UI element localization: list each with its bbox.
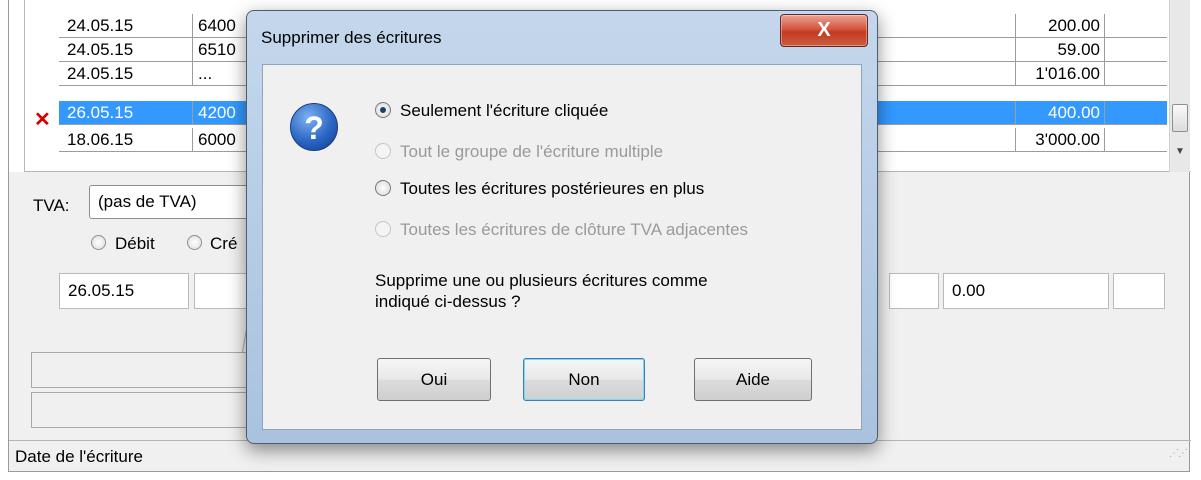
extra-field[interactable] bbox=[1113, 273, 1165, 309]
account-field[interactable] bbox=[889, 273, 939, 309]
date-cell[interactable]: 24.05.15 bbox=[59, 14, 193, 37]
yes-button[interactable]: Oui bbox=[377, 358, 491, 401]
credit-label: Cré bbox=[210, 234, 238, 253]
scroll-down-arrow-icon[interactable]: ▼ bbox=[1171, 140, 1189, 164]
option-label: Seulement l'écriture cliquée bbox=[400, 101, 609, 120]
date-cell[interactable]: 24.05.15 bbox=[59, 62, 193, 85]
delete-marker-icon: ✕ bbox=[34, 109, 51, 131]
resize-grip-icon[interactable]: ⋰⋰ bbox=[1169, 438, 1188, 470]
help-button[interactable]: Aide bbox=[694, 358, 812, 401]
no-button[interactable]: Non bbox=[523, 358, 645, 401]
dialog-title: Supprimer des écritures bbox=[261, 28, 442, 47]
date-cell[interactable]: 24.05.15 bbox=[59, 38, 193, 61]
dialog-body: ? Seulement l'écriture cliquée Tout le g… bbox=[262, 64, 862, 430]
message-line: Supprime une ou plusieurs écritures comm… bbox=[375, 271, 708, 290]
amount-cell[interactable]: 59.00 bbox=[1015, 38, 1105, 61]
scroll-thumb[interactable] bbox=[1172, 104, 1188, 132]
option-label: Toutes les écritures de clôture TVA adja… bbox=[400, 220, 749, 239]
text-field[interactable] bbox=[194, 273, 254, 309]
message-line: indiqué ci-dessus ? bbox=[375, 292, 521, 311]
delete-entries-dialog: Supprimer des écritures X ? Seulement l'… bbox=[246, 10, 878, 444]
amount-cell[interactable]: 1'016.00 bbox=[1015, 62, 1105, 85]
date-cell[interactable]: 26.05.15 bbox=[59, 101, 193, 124]
amount-cell[interactable]: 3'000.00 bbox=[1015, 128, 1105, 151]
amount-cell[interactable]: 200.00 bbox=[1015, 14, 1105, 37]
debit-label: Débit bbox=[115, 234, 155, 253]
close-icon: X bbox=[817, 19, 831, 41]
date-cell[interactable]: 18.06.15 bbox=[59, 128, 193, 151]
question-icon: ? bbox=[290, 103, 338, 151]
option-label: Tout le groupe de l'écriture multiple bbox=[400, 142, 664, 161]
empty-slot bbox=[31, 352, 261, 388]
radio-button[interactable] bbox=[375, 102, 391, 118]
empty-slot bbox=[31, 392, 261, 428]
amount-field[interactable]: 0.00 bbox=[943, 273, 1109, 309]
close-button[interactable]: X bbox=[780, 14, 868, 47]
amount-cell[interactable]: 400.00 bbox=[1015, 101, 1105, 124]
dialog-message: Supprime une ou plusieurs écritures comm… bbox=[375, 270, 775, 312]
status-bar: Date de l'écriture ⋰⋰ bbox=[9, 440, 1191, 472]
status-text: Date de l'écriture bbox=[15, 447, 143, 466]
option-label: Toutes les écritures postérieures en plu… bbox=[400, 179, 705, 198]
date-field[interactable]: 26.05.15 bbox=[59, 273, 189, 309]
row-marker-column bbox=[9, 0, 25, 172]
vertical-scrollbar[interactable]: ▼ bbox=[1169, 0, 1190, 172]
radio-button[interactable] bbox=[375, 180, 391, 196]
credit-radio[interactable] bbox=[187, 235, 202, 250]
debit-radio[interactable] bbox=[91, 235, 106, 250]
tva-label: TVA: bbox=[33, 196, 70, 215]
radio-button bbox=[375, 221, 391, 237]
radio-button bbox=[375, 143, 391, 159]
